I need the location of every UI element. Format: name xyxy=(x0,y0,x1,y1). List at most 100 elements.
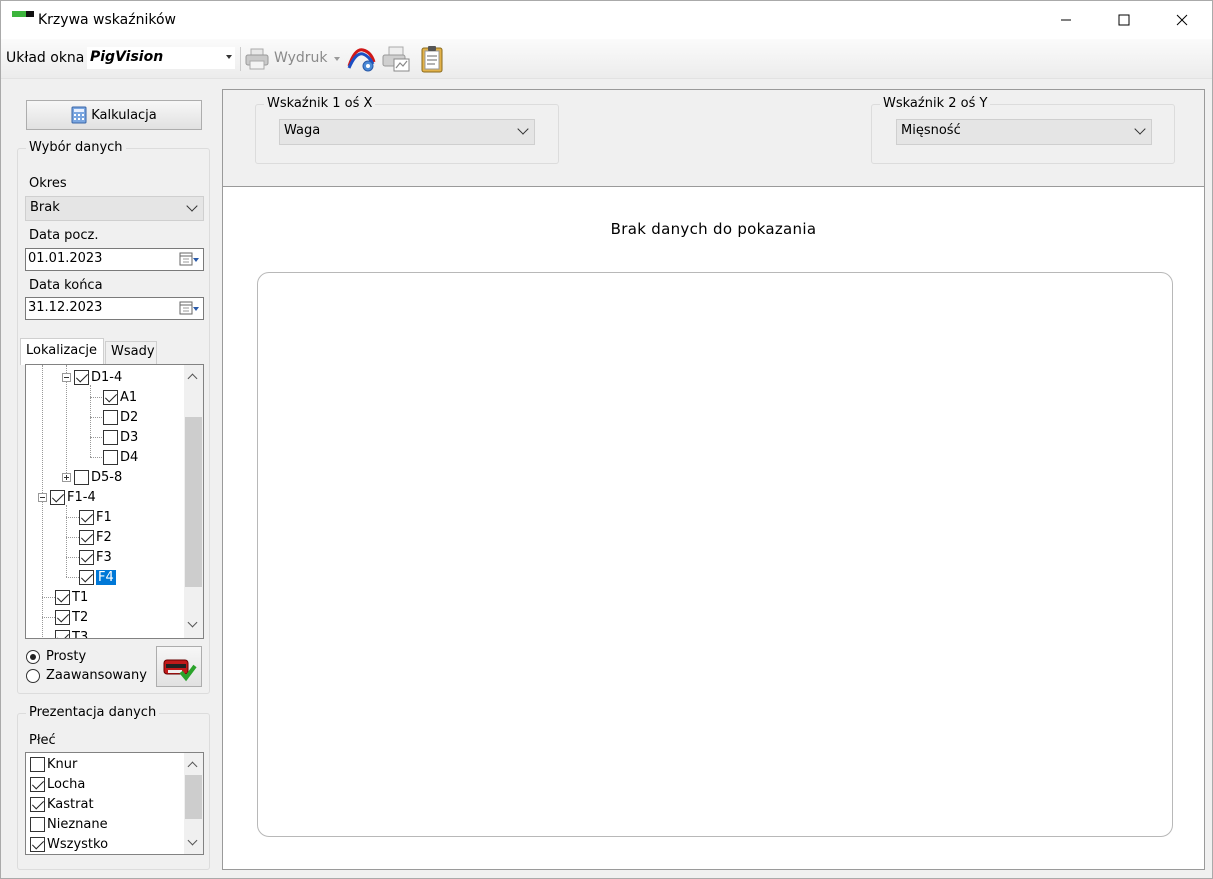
checkbox[interactable] xyxy=(79,549,94,565)
tree-node-t3[interactable]: T3 xyxy=(55,628,89,639)
list-item-label: Nieznane xyxy=(47,816,108,832)
list-item-label: Knur xyxy=(47,756,78,772)
print-chart-icon[interactable] xyxy=(381,44,411,74)
list-item-locha[interactable]: Locha xyxy=(30,775,85,793)
list-item-wszystko[interactable]: Wszystko xyxy=(30,835,108,853)
radio-label: Zaawansowany xyxy=(46,668,147,683)
checkbox[interactable] xyxy=(30,776,45,792)
tree-node-a1[interactable]: A1 xyxy=(103,388,137,406)
tree-node-label: T2 xyxy=(72,609,89,625)
tree-node-d2[interactable]: D2 xyxy=(103,408,138,426)
calendar-icon[interactable] xyxy=(179,301,199,315)
x-axis-value: Waga xyxy=(284,123,321,138)
scroll-down-icon[interactable] xyxy=(187,835,198,846)
minimize-button[interactable] xyxy=(1037,1,1095,39)
checkbox[interactable] xyxy=(30,836,45,852)
checkbox[interactable] xyxy=(103,449,118,465)
collapse-icon[interactable] xyxy=(38,492,47,502)
checkbox[interactable] xyxy=(50,489,65,505)
list-item-label: Kastrat xyxy=(47,796,94,812)
tree-node-f1-4[interactable]: F1-4 xyxy=(38,488,96,506)
checkbox[interactable] xyxy=(30,816,45,832)
maximize-button[interactable] xyxy=(1095,1,1153,39)
print-button[interactable]: Wydruk xyxy=(274,50,328,66)
checkbox[interactable] xyxy=(55,609,70,625)
checkbox[interactable] xyxy=(55,589,70,605)
calendar-icon[interactable] xyxy=(179,252,199,266)
radio-dot[interactable] xyxy=(26,649,40,664)
maximize-icon xyxy=(1118,14,1130,26)
checkbox[interactable] xyxy=(103,409,118,425)
date-start-value: 01.01.2023 xyxy=(28,251,103,266)
sex-list: Knur Locha Kastrat Nieznane Wszystko xyxy=(25,752,204,855)
tree-connector xyxy=(90,437,102,438)
tree-node-f4[interactable]: F4 xyxy=(79,568,116,586)
tree-scrollbar[interactable] xyxy=(184,365,203,638)
checkbox[interactable] xyxy=(74,469,89,485)
tree-node-d4[interactable]: D4 xyxy=(103,448,138,466)
tab-wsady[interactable]: Wsady xyxy=(105,341,157,364)
date-start-picker[interactable]: 01.01.2023 xyxy=(25,248,204,271)
period-combo[interactable]: Brak xyxy=(25,196,204,221)
checkbox[interactable] xyxy=(30,796,45,812)
printer-icon[interactable] xyxy=(244,47,270,71)
scroll-up-icon[interactable] xyxy=(187,373,198,384)
checkbox[interactable] xyxy=(30,756,45,772)
tree-node-d3[interactable]: D3 xyxy=(103,428,138,446)
y-axis-combo[interactable]: Mięsność xyxy=(896,119,1152,145)
tree-node-t2[interactable]: T2 xyxy=(55,608,88,626)
apply-filter-button[interactable] xyxy=(156,646,202,687)
collapse-icon[interactable] xyxy=(62,372,71,382)
checkbox[interactable] xyxy=(55,629,70,638)
checkbox[interactable] xyxy=(74,369,89,385)
layout-label: Układ okna xyxy=(6,50,85,66)
plot-area xyxy=(257,272,1173,837)
date-end-value: 31.12.2023 xyxy=(28,300,103,315)
tree-node-d1-4[interactable]: D1-4 xyxy=(62,368,122,386)
tree-connector xyxy=(66,517,79,518)
close-button[interactable] xyxy=(1153,1,1211,39)
list-item-label: Wszystko xyxy=(47,836,109,852)
tree-connector xyxy=(42,617,55,618)
list-scrollbar[interactable] xyxy=(184,753,203,854)
layout-combo[interactable]: PigVision xyxy=(87,47,235,69)
calculate-button[interactable]: Kalkulacja xyxy=(26,100,202,130)
chart-settings-icon[interactable] xyxy=(347,44,377,74)
radio-dot[interactable] xyxy=(26,668,40,683)
tree-connector xyxy=(66,557,79,558)
tree-node-d5-8[interactable]: D5-8 xyxy=(62,468,122,486)
tree-connector xyxy=(66,537,79,538)
checkbox[interactable] xyxy=(103,389,118,405)
tab-lokalizacje[interactable]: Lokalizacje xyxy=(20,338,104,365)
chevron-down-icon xyxy=(517,123,529,135)
clipboard-icon[interactable] xyxy=(417,44,447,74)
tree-node-label: D1-4 xyxy=(91,369,123,385)
list-item-knur[interactable]: Knur xyxy=(30,755,77,773)
expand-icon[interactable] xyxy=(62,472,71,482)
tree-node-label: T3 xyxy=(72,629,89,639)
x-axis-combo[interactable]: Waga xyxy=(279,119,535,145)
date-end-label: Data końca xyxy=(29,278,103,293)
list-item-nieznane[interactable]: Nieznane xyxy=(30,815,108,833)
toolbar: Układ okna PigVision Wydruk xyxy=(1,39,1212,79)
date-start-label: Data pocz. xyxy=(29,228,99,243)
chart-area: Brak danych do pokazania xyxy=(223,186,1204,869)
list-item-kastrat[interactable]: Kastrat xyxy=(30,795,94,813)
scroll-thumb[interactable] xyxy=(185,417,202,587)
tree-node-f3[interactable]: F3 xyxy=(79,548,112,566)
tree-node-t1[interactable]: T1 xyxy=(55,588,88,606)
date-end-picker[interactable]: 31.12.2023 xyxy=(25,297,204,320)
checkbox[interactable] xyxy=(79,529,94,545)
radio-prosty[interactable]: Prosty xyxy=(26,649,86,664)
checkbox[interactable] xyxy=(79,509,94,525)
tree-node-f2[interactable]: F2 xyxy=(79,528,112,546)
x-axis-title: Wskaźnik 1 oś X xyxy=(264,96,376,111)
scroll-thumb[interactable] xyxy=(185,775,202,819)
scroll-up-icon[interactable] xyxy=(187,761,198,772)
checkbox[interactable] xyxy=(103,429,118,445)
scroll-down-icon[interactable] xyxy=(187,617,198,628)
checkbox[interactable] xyxy=(79,569,94,585)
radio-zaawansowany[interactable]: Zaawansowany xyxy=(26,668,147,683)
print-dropdown-icon[interactable] xyxy=(334,57,340,61)
tree-node-f1[interactable]: F1 xyxy=(79,508,112,526)
